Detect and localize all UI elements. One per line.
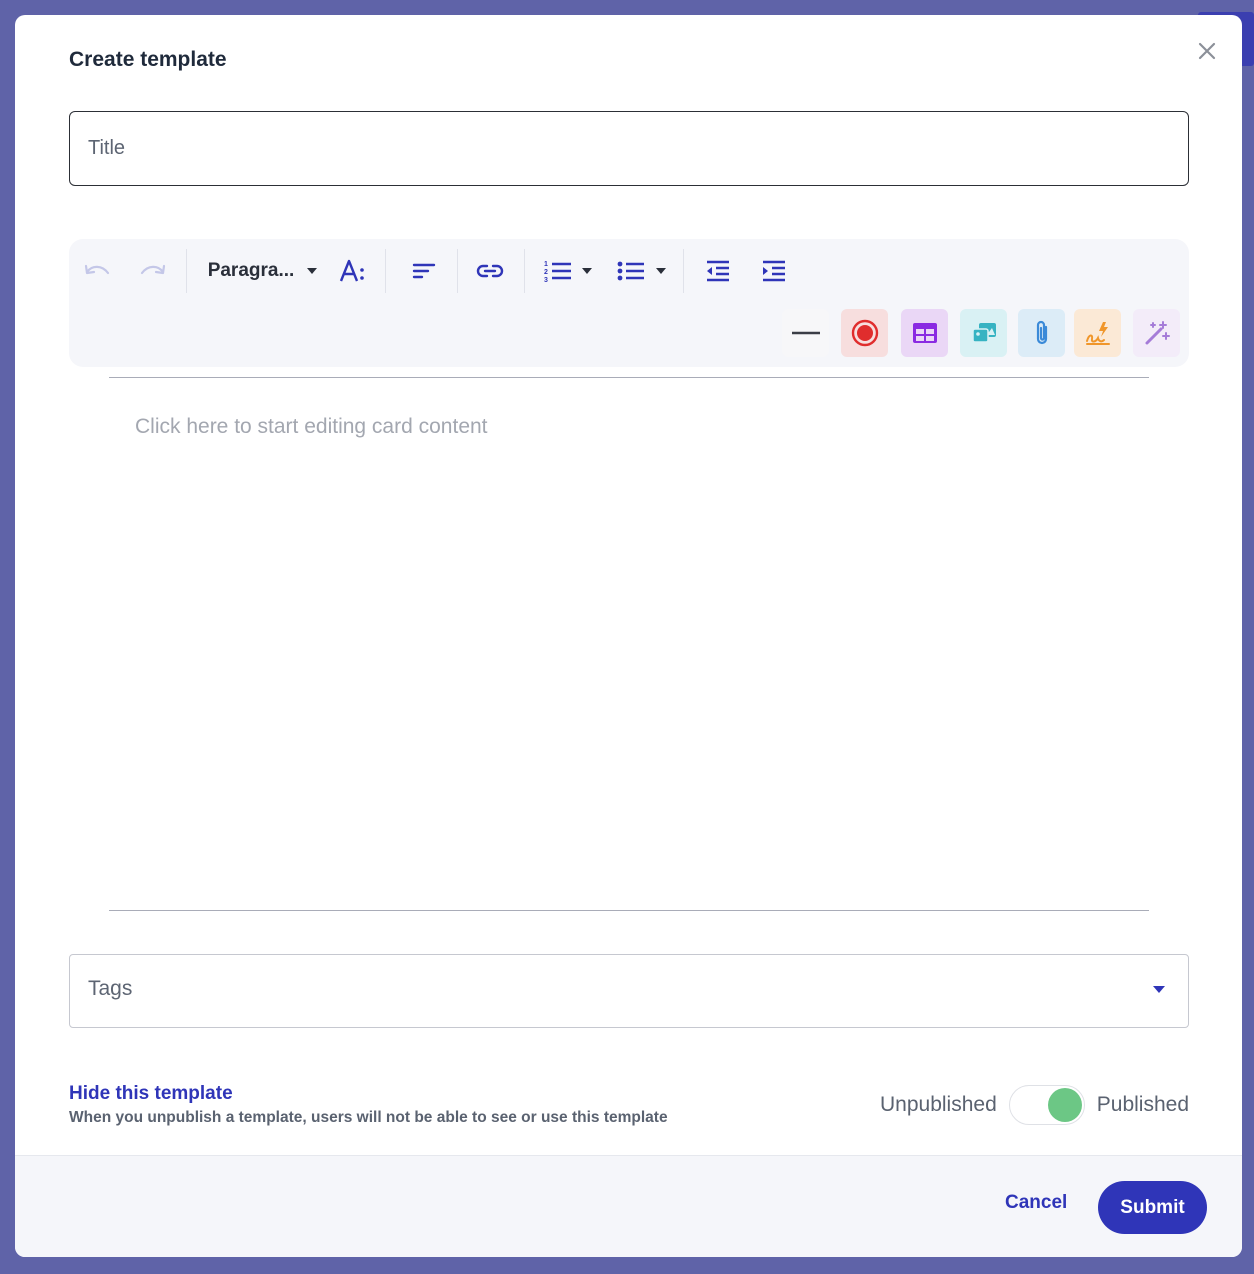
signature-icon <box>1085 322 1110 345</box>
cancel-button[interactable]: Cancel <box>1005 1192 1067 1214</box>
svg-text:3: 3 <box>544 277 548 283</box>
hide-template-heading[interactable]: Hide this template <box>69 1083 233 1105</box>
bulleted-list-icon <box>617 261 644 281</box>
editor-placeholder: Click here to start editing card content <box>135 415 488 438</box>
redo-icon <box>140 264 166 275</box>
bulleted-list-button[interactable] <box>617 253 677 289</box>
editor-toolbar: Paragra... 1 2 3 <box>69 239 1189 367</box>
publish-toggle[interactable] <box>1008 1085 1085 1125</box>
font-size-button[interactable] <box>337 253 367 289</box>
modal-footer: Cancel Submit <box>15 1155 1242 1257</box>
chevron-down-icon <box>1153 986 1165 993</box>
horizontal-line-icon <box>791 331 820 335</box>
horizontal-line-button[interactable] <box>782 309 829 357</box>
create-template-modal: Create template Paragra... <box>15 15 1242 1257</box>
close-icon <box>1198 42 1216 60</box>
table-icon <box>912 323 937 343</box>
redo-button[interactable] <box>137 253 169 289</box>
indent-button[interactable] <box>759 253 789 289</box>
undo-button[interactable] <box>81 253 113 289</box>
toolbar-separator <box>186 249 187 293</box>
tags-label: Tags <box>88 977 133 1000</box>
numbered-list-button[interactable]: 1 2 3 <box>543 253 603 289</box>
align-left-icon <box>412 263 436 279</box>
outdent-icon <box>707 260 729 282</box>
publish-toggle-row: Unpublished Published <box>880 1085 1189 1125</box>
block-format-dropdown[interactable]: Paragra... <box>204 253 322 289</box>
record-icon <box>851 319 878 347</box>
tags-select[interactable]: Tags <box>69 954 1189 1028</box>
table-button[interactable] <box>901 309 948 357</box>
chevron-down-icon <box>307 268 318 274</box>
close-button[interactable] <box>1193 37 1221 65</box>
toolbar-separator <box>385 249 386 293</box>
hide-template-description: When you unpublish a template, users wil… <box>69 1109 668 1126</box>
published-label: Published <box>1096 1093 1189 1116</box>
font-size-icon <box>339 259 364 282</box>
card-content-editor[interactable]: Click here to start editing card content <box>109 378 1149 910</box>
attachment-button[interactable] <box>1018 309 1065 357</box>
link-button[interactable] <box>474 253 506 289</box>
modal-title: Create template <box>69 48 227 71</box>
editor-bottom-border <box>109 910 1149 911</box>
toggle-knob <box>1047 1088 1082 1122</box>
outdent-button[interactable] <box>703 253 733 289</box>
numbered-list-icon: 1 2 3 <box>544 261 571 283</box>
toolbar-separator <box>683 249 684 293</box>
magic-wand-icon <box>1145 321 1170 345</box>
undo-icon <box>84 264 110 275</box>
block-format-label: Paragra... <box>207 260 295 281</box>
submit-button[interactable]: Submit <box>1098 1181 1207 1234</box>
chevron-down-icon <box>582 268 592 274</box>
attachment-icon <box>1036 320 1047 345</box>
svg-text:2: 2 <box>544 269 548 276</box>
image-gallery-icon <box>971 323 996 343</box>
signature-button[interactable] <box>1074 309 1121 357</box>
record-button[interactable] <box>841 309 888 357</box>
title-input[interactable] <box>69 111 1189 186</box>
chevron-down-icon <box>656 268 666 274</box>
indent-icon <box>763 260 785 282</box>
toolbar-separator <box>524 249 525 293</box>
magic-wand-button[interactable] <box>1133 309 1180 357</box>
toolbar-separator <box>457 249 458 293</box>
link-icon <box>476 264 504 278</box>
unpublished-label: Unpublished <box>880 1093 997 1116</box>
svg-text:1: 1 <box>544 261 548 268</box>
align-button[interactable] <box>409 253 439 289</box>
image-gallery-button[interactable] <box>960 309 1007 357</box>
